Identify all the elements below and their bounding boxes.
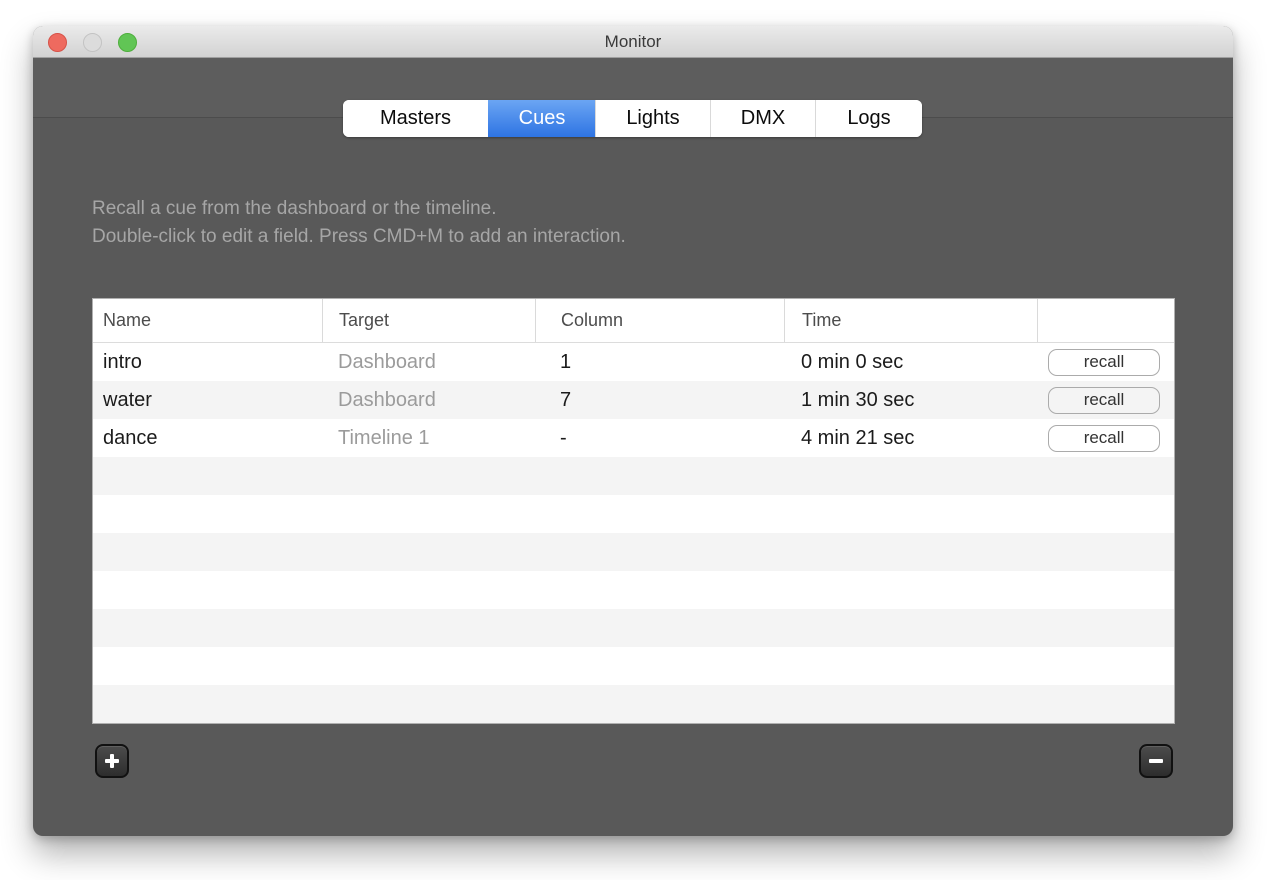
column-header-time: Time — [784, 299, 1037, 342]
cell-name[interactable]: intro — [93, 343, 322, 381]
tab-logs[interactable]: Logs — [815, 100, 922, 137]
table-row: intro Dashboard 1 0 min 0 sec recall — [93, 343, 1174, 381]
empty-table-row — [93, 533, 1174, 571]
monitor-window: Monitor Masters Cues Lights DMX Logs Recall … — [33, 26, 1233, 836]
cell-actions: recall — [1037, 343, 1174, 381]
tab-dmx[interactable]: DMX — [710, 100, 815, 137]
window-title: Monitor — [33, 26, 1233, 58]
empty-table-row — [93, 685, 1174, 723]
cell-target[interactable]: Timeline 1 — [322, 419, 535, 457]
table-row: water Dashboard 7 1 min 30 sec recall — [93, 381, 1174, 419]
tab-cues[interactable]: Cues — [488, 100, 595, 137]
cell-column[interactable]: 7 — [535, 381, 784, 419]
recall-button[interactable]: recall — [1048, 349, 1160, 376]
add-cue-button[interactable] — [95, 744, 129, 778]
instructions-text: Recall a cue from the dashboard or the t… — [92, 195, 626, 251]
cue-table: Name Target Column Time intro Dashboard … — [92, 298, 1175, 724]
cell-name[interactable]: dance — [93, 419, 322, 457]
tab-label: DMX — [741, 107, 785, 130]
cell-target[interactable]: Dashboard — [322, 381, 535, 419]
tab-bar: Masters Cues Lights DMX Logs — [343, 100, 922, 137]
empty-table-row — [93, 495, 1174, 533]
cell-column[interactable]: - — [535, 419, 784, 457]
cell-time[interactable]: 0 min 0 sec — [784, 343, 1037, 381]
minus-icon — [1147, 752, 1165, 770]
table-row: dance Timeline 1 - 4 min 21 sec recall — [93, 419, 1174, 457]
remove-cue-button[interactable] — [1139, 744, 1173, 778]
empty-table-row — [93, 457, 1174, 495]
tab-masters[interactable]: Masters — [343, 100, 488, 137]
column-header-actions — [1037, 299, 1174, 342]
cell-time[interactable]: 1 min 30 sec — [784, 381, 1037, 419]
recall-button[interactable]: recall — [1048, 387, 1160, 414]
cell-actions: recall — [1037, 381, 1174, 419]
plus-icon — [103, 752, 121, 770]
tab-label: Lights — [626, 107, 679, 130]
column-header-column: Column — [535, 299, 784, 342]
empty-table-row — [93, 647, 1174, 685]
table-header-row: Name Target Column Time — [93, 299, 1174, 343]
cell-target[interactable]: Dashboard — [322, 343, 535, 381]
cell-column[interactable]: 1 — [535, 343, 784, 381]
empty-table-row — [93, 571, 1174, 609]
instructions-line-1: Recall a cue from the dashboard or the t… — [92, 195, 626, 223]
cell-time[interactable]: 4 min 21 sec — [784, 419, 1037, 457]
cell-actions: recall — [1037, 419, 1174, 457]
cue-table-body: intro Dashboard 1 0 min 0 sec recall wat… — [93, 343, 1174, 723]
tab-label: Masters — [380, 107, 451, 130]
instructions-line-2: Double-click to edit a field. Press CMD+… — [92, 223, 626, 251]
tab-lights[interactable]: Lights — [595, 100, 710, 137]
recall-button[interactable]: recall — [1048, 425, 1160, 452]
empty-table-row — [93, 609, 1174, 647]
tab-label: Cues — [519, 107, 566, 130]
title-bar[interactable]: Monitor — [33, 26, 1233, 58]
cell-name[interactable]: water — [93, 381, 322, 419]
column-header-name: Name — [93, 299, 322, 342]
tab-label: Logs — [847, 107, 890, 130]
column-header-target: Target — [322, 299, 535, 342]
